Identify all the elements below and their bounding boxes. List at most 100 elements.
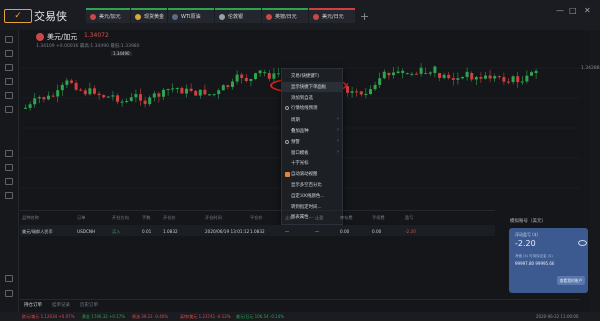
candle-body [396,71,400,73]
status-ticker: 美元/日元 106.54 -0.14% [236,313,285,319]
tab-history[interactable]: 历史订单 [80,302,98,308]
tab-wti[interactable]: WTI原油 [168,8,214,23]
table-cell: -2.20 [405,229,416,234]
candle-body [111,95,115,97]
text-tool-icon[interactable] [5,106,13,113]
candle-body [438,73,441,78]
candle-body [511,76,515,83]
menu-item[interactable]: 自动滚动视图 [282,169,342,179]
menu-item[interactable]: 交易(快捷键T) [282,71,342,81]
candle-body [254,73,257,80]
tab-gbpjpy[interactable]: 英镑/日元 [262,8,308,23]
settings-tool-icon[interactable] [5,275,13,282]
eye-icon[interactable] [578,240,587,246]
candle-body [189,88,193,91]
candle-body [263,72,267,74]
candle-body [479,76,483,79]
menu-item[interactable]: 窗口模板 › [282,148,342,158]
tab-label: 现货黄金 [144,14,165,20]
menu-item-label: 行情绘线预测 [291,106,318,112]
menu-item[interactable]: 叠加品种 › [282,126,342,136]
candle-body [139,94,142,101]
tab-pending[interactable]: 挂单记录 [52,302,70,308]
candle-body [530,72,533,76]
menu-item[interactable]: 自定义K线颜色... [282,191,342,201]
candle-body [516,76,520,83]
candle-body [143,100,147,105]
bottom-tab-bar [20,299,580,310]
maximize-button[interactable]: □ [569,6,577,15]
candle-body [74,82,78,90]
gold-icon [135,13,141,20]
candle-body [106,96,110,98]
minimize-button[interactable]: — [556,6,564,15]
menu-item[interactable]: 显示多空百分比 [282,180,342,190]
candle-body [162,89,165,97]
tab-usdjpy[interactable]: 美元/日元 [309,8,355,23]
lock-tool-icon[interactable] [5,164,13,171]
candle-body [102,95,106,98]
menu-item-label: 显示快捷下单面板 [291,84,327,90]
column-header: 手续费 [372,215,385,220]
table-cell: — [285,229,290,234]
status-ticker: 英镑/美元 1.23741 -0.12% [180,313,231,319]
candle-body [226,85,230,87]
candle-body [428,72,432,74]
account-sub-values: 99997.80 99995.66 [515,261,555,266]
channel-tool-icon[interactable] [5,64,13,71]
candle-body [451,78,455,80]
candle-body [272,73,276,79]
candle-body [120,101,124,103]
tab-positions[interactable]: 持仓订单 [24,302,42,308]
candle-body [212,94,216,96]
high-price-tag: 1.34490 [111,51,132,56]
tab-label: 伦敦银 [228,14,244,20]
menu-item[interactable]: 显示快捷下单面板 [282,81,342,92]
fib-tool-icon[interactable] [5,78,13,85]
column-header: 库存费 [340,215,353,220]
menu-item[interactable]: 预警 › [282,137,342,147]
menu-item[interactable]: 添加到自选 [282,93,342,103]
line-tool-icon[interactable] [5,50,13,57]
table-cell: 1.0832 [250,229,265,234]
candle-body [534,70,538,73]
candle-body [355,91,359,93]
menu-item-label: 自动滚动视图 [291,172,318,178]
candle-body [369,89,372,94]
table-cell: 美元/瑞郎人民币 [22,229,53,234]
layout-tool-icon[interactable] [5,290,13,297]
right-toolbar [589,30,600,321]
symbol-flag-icon [36,33,44,41]
tab-silver[interactable]: 伦敦银 [215,8,261,23]
flag-icon [90,13,96,20]
menu-item-label: 转到指定时间... [291,204,322,210]
trash-tool-icon[interactable] [5,192,13,199]
column-header: 开仓方向 [112,215,129,220]
candle-body [244,77,248,81]
candle-body [125,100,129,102]
tab-usdcad[interactable]: 美元/加元 [86,8,130,23]
candle-body [373,84,377,90]
candle-body [180,87,184,94]
menu-item[interactable]: 十字光标 [282,158,342,168]
column-header: 开仓价 [163,215,176,220]
menu-item[interactable]: 周期 › [282,115,342,125]
tab-gold[interactable]: 现货黄金 [131,8,167,23]
candle-body [456,78,460,80]
candle-body [415,73,418,75]
magnet-tool-icon[interactable] [5,150,13,157]
cursor-tool-icon[interactable] [5,36,13,43]
menu-item-label: 十字光标 [291,161,309,167]
close-button[interactable]: ✕ [584,6,591,15]
symbol-name[interactable]: 美元/加元 [47,32,77,42]
add-tab-button[interactable]: + [360,10,369,23]
candle-body [350,91,354,93]
column-header: 订单 [77,215,86,220]
silver-icon [219,13,225,20]
left-toolbar [0,30,19,321]
candle-body [221,85,225,91]
shape-tool-icon[interactable] [5,92,13,99]
menu-item[interactable]: 行情绘线预测 [282,103,342,113]
view-account-button[interactable]: 查看我的账户 [557,276,585,285]
eye-tool-icon[interactable] [5,178,13,185]
